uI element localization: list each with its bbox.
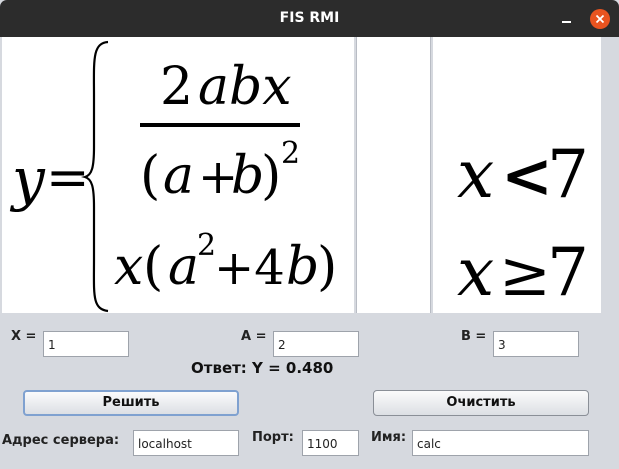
left-brace bbox=[81, 40, 109, 313]
name-input[interactable]: calc bbox=[412, 430, 589, 456]
cond2-op: ≥ bbox=[499, 237, 551, 310]
clear-button[interactable]: Очистить bbox=[373, 390, 589, 416]
server-address-input[interactable]: localhost bbox=[133, 430, 239, 456]
port-label: Порт: bbox=[252, 430, 294, 445]
formula-image: y = 2 abx ( a + b ) 2 x ( a 2 +4 b ) bbox=[9, 40, 337, 313]
den-a: a bbox=[163, 146, 194, 206]
den-open-paren: ( bbox=[140, 146, 160, 206]
row2-x: x bbox=[114, 237, 143, 297]
solve-button[interactable]: Решить bbox=[23, 390, 239, 416]
a-input[interactable]: 2 bbox=[273, 331, 359, 357]
row2-a: a bbox=[168, 237, 199, 297]
row2-plus-four: +4 bbox=[214, 240, 285, 296]
row2-b: b bbox=[286, 237, 319, 297]
row2-open-paren: ( bbox=[143, 237, 163, 297]
a-label: A = bbox=[241, 329, 267, 344]
x-label: X = bbox=[11, 329, 37, 344]
server-address-label: Адрес сервера: bbox=[2, 433, 120, 448]
close-icon bbox=[595, 14, 605, 24]
formula-area: y = 2 abx ( a + b ) 2 x ( a 2 +4 b ) x <… bbox=[0, 37, 619, 313]
separator-panel bbox=[356, 37, 431, 313]
row2-close-paren: ) bbox=[317, 237, 337, 297]
close-button[interactable] bbox=[590, 9, 610, 29]
minimize-icon bbox=[562, 21, 571, 23]
cond1-val: 7 bbox=[547, 136, 589, 213]
formula-equals: = bbox=[46, 148, 90, 208]
cond2-var: x bbox=[457, 234, 494, 311]
den-exponent: 2 bbox=[281, 136, 300, 171]
window-title: FIS RMI bbox=[279, 10, 340, 26]
den-close-paren: ) bbox=[261, 146, 281, 206]
name-label: Имя: bbox=[371, 430, 407, 445]
cond2-val: 7 bbox=[547, 234, 589, 311]
minimize-button[interactable] bbox=[557, 9, 577, 29]
b-label: B = bbox=[461, 329, 487, 344]
conditions-image: x < 7 x ≥ 7 bbox=[457, 136, 589, 311]
numerator-coef: 2 bbox=[160, 57, 193, 117]
title-bar[interactable]: FIS RMI bbox=[0, 0, 619, 37]
den-b: b bbox=[231, 146, 264, 206]
answer-text: Ответ: Y = 0.480 bbox=[191, 359, 334, 377]
cond1-op: < bbox=[501, 139, 553, 212]
port-input[interactable]: 1100 bbox=[302, 430, 359, 456]
b-input[interactable]: 3 bbox=[493, 331, 579, 357]
cond1-var: x bbox=[457, 136, 494, 213]
conditions-panel: x < 7 x ≥ 7 bbox=[433, 37, 601, 313]
numerator-vars: abx bbox=[198, 57, 292, 117]
formula-lhs: y bbox=[9, 145, 46, 213]
formula-panel: y = 2 abx ( a + b ) 2 x ( a 2 +4 b ) bbox=[2, 37, 354, 313]
x-input[interactable]: 1 bbox=[43, 331, 129, 357]
app-window: FIS RMI y = 2 abx ( a + b ) 2 x (a 2 +4… bbox=[0, 0, 619, 469]
